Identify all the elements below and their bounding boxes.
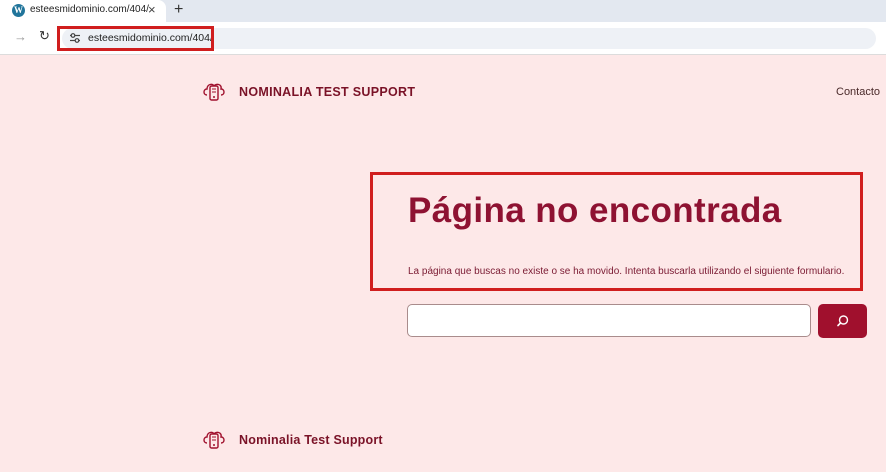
page-title: Página no encontrada: [408, 191, 782, 230]
reload-icon[interactable]: ↻: [39, 29, 50, 43]
url-highlight-box: [57, 26, 214, 51]
nav-link-contacto[interactable]: Contacto: [836, 86, 880, 98]
page-description: La página que buscas no existe o se ha m…: [408, 266, 845, 277]
wordpress-icon: W: [12, 4, 25, 17]
new-tab-button[interactable]: +: [174, 1, 183, 19]
search-icon: [837, 315, 849, 327]
site-logo-icon[interactable]: [202, 80, 226, 102]
footer-site-title[interactable]: Nominalia Test Support: [239, 433, 383, 447]
search-input[interactable]: [407, 304, 811, 337]
forward-icon[interactable]: →: [14, 30, 27, 44]
tab-strip: W esteesmidominio.com/404/ × +: [0, 0, 886, 22]
tab-close-button[interactable]: ×: [148, 2, 156, 18]
browser-tab[interactable]: W esteesmidominio.com/404/ ×: [0, 0, 166, 22]
footer-logo-icon[interactable]: [202, 428, 226, 450]
search-button[interactable]: [818, 304, 867, 338]
site-title[interactable]: NOMINALIA TEST SUPPORT: [239, 85, 415, 99]
tab-title: esteesmidominio.com/404/: [30, 4, 149, 15]
page: NOMINALIA TEST SUPPORT Contacto Página n…: [0, 55, 886, 472]
